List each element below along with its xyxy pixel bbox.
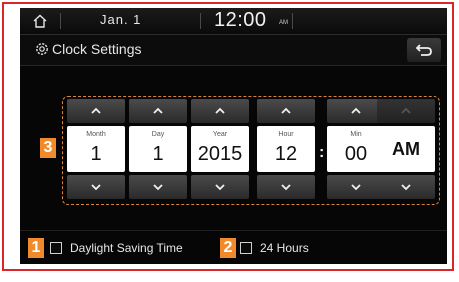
hour-column: Hour 12: [257, 99, 315, 200]
home-icon[interactable]: [32, 13, 48, 29]
month-value-box: Month 1: [67, 126, 125, 172]
hour-label: Hour: [278, 131, 294, 138]
chevron-down-icon: [401, 184, 411, 191]
day-column: Day 1: [129, 99, 187, 200]
ampm-down-button[interactable]: [377, 175, 435, 199]
month-down-button[interactable]: [67, 175, 125, 199]
date-time-picker: Month 1 Day 1 Year 2015 Hour 12: Min 00…: [62, 96, 440, 205]
year-column: Year 2015: [191, 99, 249, 200]
day-value-box: Day 1: [129, 126, 187, 172]
daylight-saving-option[interactable]: Daylight Saving Time: [50, 241, 183, 255]
month-label: Month: [86, 131, 106, 138]
status-separator: [292, 13, 293, 29]
status-bar: Jan. 1 12:00 AM: [20, 8, 447, 35]
day-down-button[interactable]: [129, 175, 187, 199]
chevron-up-icon: [281, 107, 291, 114]
chevron-up-icon: [351, 107, 361, 114]
callout-badge-2: 2: [220, 238, 236, 258]
ampm-column: AM: [377, 99, 435, 200]
options-bar: 1 Daylight Saving Time 2 24 Hours: [20, 230, 447, 264]
chevron-down-icon: [351, 184, 361, 191]
status-separator: [60, 13, 61, 29]
back-arrow-icon: [415, 44, 432, 56]
title-bar: Clock Settings: [20, 35, 447, 66]
daylight-saving-label: Daylight Saving Time: [70, 241, 183, 255]
callout-badge-3: 3: [40, 138, 56, 158]
year-value-box: Year 2015: [191, 126, 249, 172]
year-down-button[interactable]: [191, 175, 249, 199]
back-button[interactable]: [407, 38, 441, 62]
chevron-down-icon: [281, 184, 291, 191]
day-value: 1: [152, 143, 164, 165]
24-hours-label: 24 Hours: [260, 241, 309, 255]
gear-icon: [36, 43, 48, 55]
page-title: Clock Settings: [52, 41, 142, 57]
ampm-value: AM: [377, 126, 435, 172]
month-value: 1: [90, 143, 102, 165]
year-up-button[interactable]: [191, 99, 249, 123]
24-hours-option[interactable]: 24 Hours: [240, 241, 309, 255]
day-label: Day: [151, 131, 165, 138]
chevron-up-icon: [91, 107, 101, 114]
time-colon: :: [319, 144, 325, 161]
chevron-up-icon: [215, 107, 225, 114]
chevron-down-icon: [91, 184, 101, 191]
daylight-saving-checkbox[interactable]: [50, 242, 62, 254]
status-date: Jan. 1: [100, 12, 142, 27]
chevron-down-icon: [215, 184, 225, 191]
month-column: Month 1: [67, 99, 125, 200]
ampm-up-button[interactable]: [377, 99, 435, 123]
year-label: Year: [212, 131, 228, 138]
status-separator: [200, 13, 201, 29]
24-hours-checkbox[interactable]: [240, 242, 252, 254]
hour-up-button[interactable]: [257, 99, 315, 123]
head-unit-screen: Jan. 1 12:00 AM Clock Settings 3 Month 1…: [20, 8, 447, 264]
hour-down-button[interactable]: [257, 175, 315, 199]
hour-value-box: Hour 12: [257, 126, 315, 172]
status-time: 12:00: [214, 9, 267, 31]
chevron-up-icon: [153, 107, 163, 114]
chevron-up-icon: [401, 107, 411, 114]
status-ampm: AM: [279, 20, 288, 26]
screenshot-frame: Jan. 1 12:00 AM Clock Settings 3 Month 1…: [2, 2, 454, 271]
chevron-down-icon: [153, 184, 163, 191]
callout-badge-1: 1: [28, 238, 44, 258]
hour-value: 12: [274, 143, 298, 165]
year-value: 2015: [197, 143, 243, 165]
day-up-button[interactable]: [129, 99, 187, 123]
month-up-button[interactable]: [67, 99, 125, 123]
